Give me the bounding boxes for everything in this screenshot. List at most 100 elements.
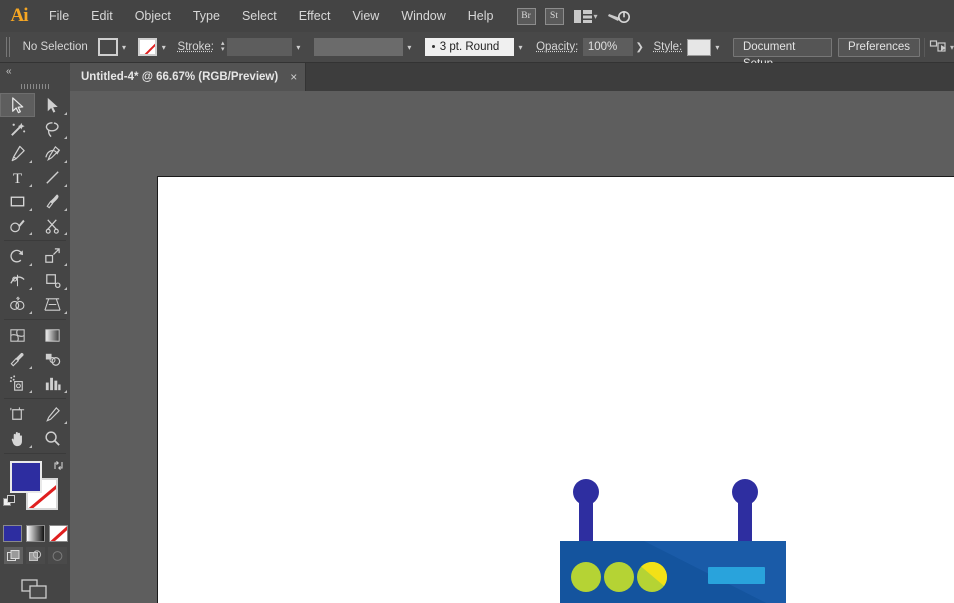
- blend-tool[interactable]: [35, 347, 70, 371]
- fill-chevron-down-icon[interactable]: ▾: [118, 38, 131, 56]
- fill-swatch[interactable]: [98, 38, 118, 56]
- paintbrush-tool[interactable]: [35, 189, 70, 213]
- brush-definition-chevron-down-icon[interactable]: ▾: [514, 38, 527, 56]
- curvature-tool[interactable]: [35, 141, 70, 165]
- menu-item-view[interactable]: View: [341, 0, 390, 32]
- drawing-mode-buttons: [0, 542, 70, 564]
- stroke-chevron-down-icon[interactable]: ▾: [157, 38, 170, 56]
- led-1: [571, 562, 601, 592]
- align-chevron-down-icon[interactable]: ▾: [950, 43, 954, 52]
- tool-group-navigation: [0, 402, 70, 450]
- rotate-tool[interactable]: [0, 244, 35, 268]
- menu-item-object[interactable]: Object: [124, 0, 182, 32]
- stroke-weight-chevron-down-icon[interactable]: ▾: [292, 38, 305, 56]
- tool-group-transform: [0, 244, 70, 316]
- antenna-right: [732, 479, 758, 548]
- gradient-button[interactable]: [26, 525, 45, 542]
- width-tool[interactable]: [0, 268, 35, 292]
- perspective-grid-tool[interactable]: [35, 292, 70, 316]
- stroke-weight-label[interactable]: Stroke:: [178, 41, 214, 53]
- none-button[interactable]: [49, 525, 68, 542]
- default-fill-stroke-icon[interactable]: [3, 495, 17, 509]
- line-segment-tool[interactable]: [35, 165, 70, 189]
- artboard[interactable]: [157, 176, 954, 603]
- bridge-button[interactable]: Br: [517, 8, 536, 25]
- led-2: [604, 562, 634, 592]
- brush-dot-icon: [432, 45, 435, 48]
- opacity-input[interactable]: 100%: [583, 38, 633, 56]
- preferences-button[interactable]: Preferences: [838, 38, 920, 57]
- artboard-tool[interactable]: [0, 402, 35, 426]
- symbol-sprayer-tool[interactable]: [0, 371, 35, 395]
- tools-divider-2: [4, 319, 66, 320]
- tools-divider-3: [4, 398, 66, 399]
- slice-tool[interactable]: [35, 402, 70, 426]
- rectangle-tool[interactable]: [0, 189, 35, 213]
- draw-normal-button[interactable]: [4, 547, 23, 564]
- selection-tool[interactable]: [0, 93, 35, 117]
- opacity-expand-icon[interactable]: ❯: [633, 42, 646, 53]
- wifi-router-illustration[interactable]: [560, 479, 790, 603]
- control-bar-divider: [924, 38, 925, 57]
- menu-item-select[interactable]: Select: [231, 0, 288, 32]
- stroke-weight-input[interactable]: [227, 38, 292, 56]
- change-screen-mode-button[interactable]: [21, 578, 49, 603]
- control-bar-grip[interactable]: [6, 37, 11, 57]
- tools-power-icon[interactable]: [607, 8, 629, 25]
- shaper-pencil-tool[interactable]: [0, 213, 35, 237]
- stroke-swatch[interactable]: [138, 38, 158, 56]
- zoom-tool[interactable]: [35, 426, 70, 450]
- brush-definition-input[interactable]: 3 pt. Round: [425, 38, 514, 56]
- scissors-eraser-tool[interactable]: [35, 213, 70, 237]
- tools-divider-1: [4, 240, 66, 241]
- tools-panel-collapse-button[interactable]: «: [0, 63, 70, 79]
- tools-divider-4: [4, 453, 66, 454]
- graphic-style-swatch[interactable]: [687, 39, 711, 56]
- scale-tool[interactable]: [35, 244, 70, 268]
- tools-panel-grip[interactable]: [0, 79, 70, 93]
- lasso-tool[interactable]: [35, 117, 70, 141]
- menu-item-edit[interactable]: Edit: [80, 0, 124, 32]
- variable-width-profile-input[interactable]: [314, 38, 403, 56]
- pen-tool[interactable]: [0, 141, 35, 165]
- tool-group-paint: [0, 323, 70, 395]
- variable-width-chevron-down-icon[interactable]: ▾: [403, 38, 416, 56]
- menu-item-type[interactable]: Type: [182, 0, 231, 32]
- canvas-area[interactable]: [70, 91, 954, 603]
- magic-wand-tool[interactable]: [0, 117, 35, 141]
- mesh-tool[interactable]: [0, 323, 35, 347]
- close-icon[interactable]: ×: [290, 72, 297, 82]
- draw-inside-button[interactable]: [48, 547, 67, 564]
- swap-fill-stroke-icon[interactable]: [52, 459, 65, 472]
- style-label[interactable]: Style:: [653, 41, 682, 53]
- control-bar: No Selection ▾ ▾ Stroke: ▴ ▾ ▾ ▾ 3 pt. R…: [0, 32, 954, 63]
- app-logo-icon: Ai: [0, 0, 38, 32]
- menu-item-help[interactable]: Help: [457, 0, 505, 32]
- style-chevron-down-icon[interactable]: ▾: [711, 38, 724, 56]
- eyedropper-tool[interactable]: [0, 347, 35, 371]
- toolbar-fill-swatch[interactable]: [10, 461, 42, 493]
- hand-tool[interactable]: [0, 426, 35, 450]
- type-tool[interactable]: T: [0, 165, 35, 189]
- arrange-documents-icon: [573, 9, 593, 24]
- svg-text:T: T: [13, 170, 23, 187]
- stroke-weight-stepper[interactable]: ▴ ▾: [219, 38, 227, 56]
- screen-mode-row: [0, 564, 70, 603]
- menu-bar-right-tools: Br St ▾: [517, 8, 629, 25]
- document-setup-button[interactable]: Document Setup: [733, 38, 832, 57]
- arrange-documents-button[interactable]: ▾: [573, 9, 598, 24]
- color-button[interactable]: [3, 525, 22, 542]
- direct-selection-tool[interactable]: [35, 93, 70, 117]
- stock-button[interactable]: St: [545, 8, 564, 25]
- menu-item-file[interactable]: File: [38, 0, 80, 32]
- document-tab[interactable]: Untitled-4* @ 66.67% (RGB/Preview) ×: [70, 63, 306, 91]
- opacity-label[interactable]: Opacity:: [536, 41, 578, 53]
- shape-builder-tool[interactable]: [0, 292, 35, 316]
- menu-item-window[interactable]: Window: [390, 0, 456, 32]
- align-objects-icon[interactable]: [929, 39, 949, 55]
- free-transform-tool[interactable]: [35, 268, 70, 292]
- draw-behind-button[interactable]: [26, 547, 45, 564]
- gradient-tool[interactable]: [35, 323, 70, 347]
- menu-item-effect[interactable]: Effect: [288, 0, 342, 32]
- column-graph-tool[interactable]: [35, 371, 70, 395]
